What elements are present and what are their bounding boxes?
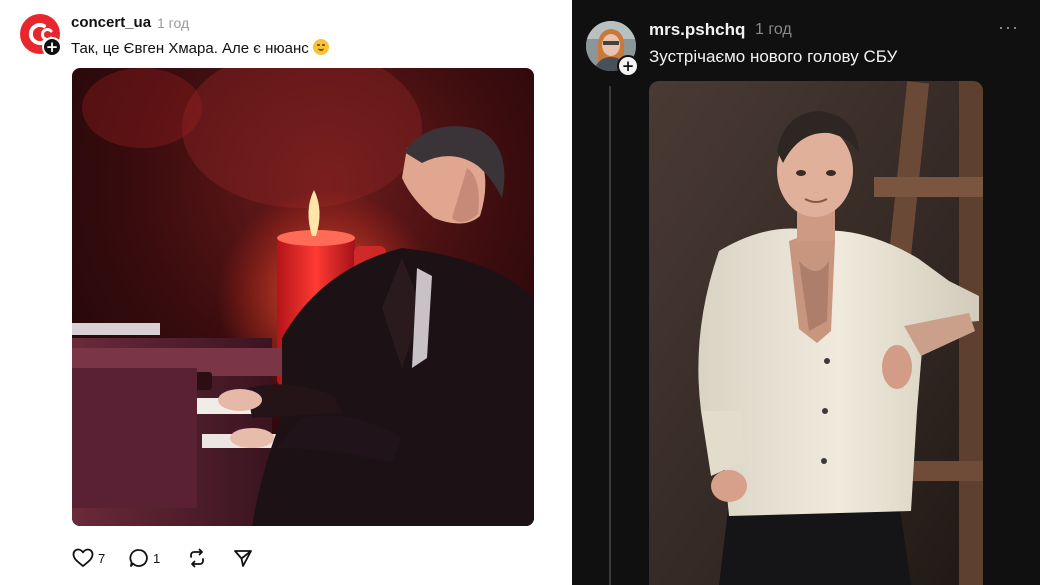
post-photo[interactable] [649, 81, 983, 585]
follow-button[interactable]: + [617, 55, 639, 77]
more-icon[interactable]: ··· [998, 18, 1019, 36]
comment-icon [129, 549, 148, 567]
username[interactable]: mrs.pshchq [649, 20, 745, 40]
heart-icon [72, 548, 94, 567]
plus-icon: + [621, 56, 635, 75]
plus-icon: + [45, 37, 59, 56]
post-concert-ua: + concert_ua 1 год Так, це Євген Хмара. … [0, 0, 572, 585]
smiling-face-emoji-icon [312, 39, 329, 55]
post-time: 1 год [755, 21, 792, 38]
repost-icon [190, 548, 204, 568]
post-photo[interactable] [72, 68, 534, 526]
username[interactable]: concert_ua [71, 14, 151, 31]
share-button[interactable] [233, 546, 253, 570]
repost-button[interactable] [187, 546, 207, 570]
reply-button[interactable]: 1 [129, 546, 160, 570]
like-count: 7 [98, 550, 106, 566]
like-button[interactable]: 7 [72, 546, 105, 570]
photo-organist [72, 68, 534, 526]
send-icon [234, 550, 252, 567]
follow-button[interactable]: + [42, 37, 62, 57]
thread-line [609, 86, 611, 585]
caption-text: Так, це Євген Хмара. Але є нюанс [71, 40, 309, 57]
photo-portrait [649, 81, 983, 585]
post-time: 1 год [157, 15, 190, 31]
post-caption: Так, це Євген Хмара. Але є нюанс [71, 39, 329, 57]
post-caption: Зустрічаємо нового голову СБУ [649, 47, 898, 66]
reply-count: 1 [153, 550, 161, 566]
